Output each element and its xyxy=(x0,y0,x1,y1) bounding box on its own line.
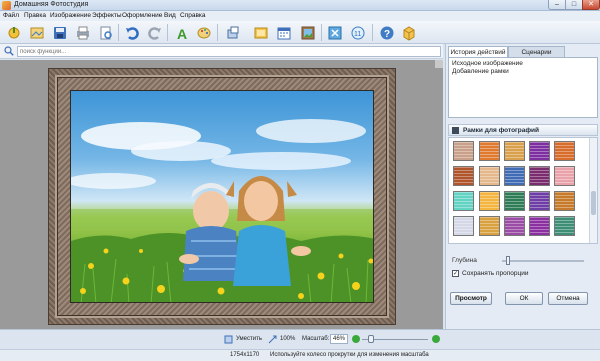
frame-thumbnail[interactable] xyxy=(479,166,500,186)
crop-icon[interactable] xyxy=(27,23,46,42)
print-icon[interactable] xyxy=(73,23,92,42)
palette-icon[interactable] xyxy=(194,23,213,42)
menu-edit[interactable]: Правка xyxy=(24,12,46,19)
window-title: Домашняя Фотостудия xyxy=(14,1,89,8)
search-icon xyxy=(4,46,14,56)
ok-button[interactable]: ОК xyxy=(505,292,543,305)
history-list: Исходное изображение Добавление рамки xyxy=(448,57,598,118)
status-hint: Используйте колесо прокрутки для изменен… xyxy=(270,352,429,358)
cancel-button[interactable]: Отмена xyxy=(548,292,588,305)
keep-proportions-checkbox[interactable]: ✓ xyxy=(452,270,459,277)
frame-thumbnail[interactable] xyxy=(554,216,575,236)
frame-thumbnails xyxy=(448,137,598,244)
actual-size-icon xyxy=(268,335,277,344)
text-icon[interactable]: A xyxy=(172,23,191,42)
menu-file[interactable]: Файл xyxy=(3,12,19,19)
save-icon[interactable] xyxy=(50,23,69,42)
frame-thumbnail[interactable] xyxy=(453,141,474,161)
minimize-button[interactable]: – xyxy=(548,0,566,10)
fit-icon xyxy=(224,335,233,344)
depth-slider-knob[interactable] xyxy=(506,256,510,265)
status-bar: 1754x1170 Используйте колесо прокрутки д… xyxy=(0,349,600,361)
image-icon[interactable] xyxy=(251,23,270,42)
image-canvas[interactable] xyxy=(0,60,443,329)
svg-text:11: 11 xyxy=(354,31,361,38)
keep-proportions-row: ✓ Сохранять пропорции xyxy=(452,270,598,279)
frame-thumbnail[interactable] xyxy=(479,216,500,236)
zoom-100-button[interactable]: 100% xyxy=(280,336,295,342)
history-item[interactable]: Добавление рамки xyxy=(452,68,594,76)
open-icon[interactable] xyxy=(5,23,24,42)
history-item[interactable]: Исходное изображение xyxy=(452,60,594,68)
frame-thumbnail[interactable] xyxy=(529,191,550,211)
help-icon[interactable]: ? xyxy=(377,23,396,42)
canvas-corner xyxy=(435,60,443,68)
box-icon[interactable] xyxy=(399,23,418,42)
scale-label: Масштаб: xyxy=(302,336,330,342)
frame-thumbnail[interactable] xyxy=(479,191,500,211)
frame-thumbnail[interactable] xyxy=(504,141,525,161)
preview-button[interactable]: Просмотр xyxy=(450,292,492,305)
filesize-icon[interactable]: 11 xyxy=(348,23,367,42)
frame-thumbnail[interactable] xyxy=(504,166,525,186)
scrollbar-thumb[interactable] xyxy=(591,191,596,215)
photo-image xyxy=(70,90,374,303)
depth-slider[interactable] xyxy=(502,256,584,265)
frame-thumbnail[interactable] xyxy=(453,216,474,236)
search-input[interactable] xyxy=(17,46,441,57)
frame-thumbnail[interactable] xyxy=(453,166,474,186)
svg-text:A: A xyxy=(177,26,187,41)
depth-control: Глубина xyxy=(452,256,598,266)
frame-thumbnail[interactable] xyxy=(529,216,550,236)
frame-thumbnail[interactable] xyxy=(479,141,500,161)
tab-history[interactable]: История действий xyxy=(448,46,508,57)
tab-scenarios[interactable]: Сценарии xyxy=(508,46,565,57)
photo-frame xyxy=(48,68,396,325)
menu-effects[interactable]: Эффекты xyxy=(92,12,122,19)
panel-tabs: История действий Сценарии xyxy=(448,46,599,57)
menu-decoration[interactable]: Оформление xyxy=(122,12,162,19)
search-bar xyxy=(0,44,443,59)
frame-thumbnail[interactable] xyxy=(554,191,575,211)
title-bar: Домашняя Фотостудия – □ ✕ xyxy=(0,0,600,11)
frame-thumbnail[interactable] xyxy=(529,141,550,161)
scale-value[interactable]: 46% xyxy=(330,334,348,344)
frame-thumbnail[interactable] xyxy=(554,166,575,186)
redo-icon[interactable] xyxy=(145,23,164,42)
svg-text:?: ? xyxy=(384,29,390,40)
frame-icon[interactable] xyxy=(298,23,317,42)
menu-view[interactable]: Вид xyxy=(164,12,176,19)
preview-icon[interactable] xyxy=(96,23,115,42)
frame-thumbnail[interactable] xyxy=(453,191,474,211)
rotate-icon[interactable] xyxy=(223,23,242,42)
frame-thumbnail[interactable] xyxy=(504,216,525,236)
depth-label: Глубина xyxy=(452,257,477,264)
close-button[interactable]: ✕ xyxy=(582,0,600,10)
right-panel: История действий Сценарии Исходное изобр… xyxy=(445,44,600,329)
keep-proportions-label: Сохранять пропорции xyxy=(462,270,529,277)
frames-icon xyxy=(452,127,459,134)
zoom-out-icon[interactable] xyxy=(352,335,360,343)
menu-image[interactable]: Изображение xyxy=(50,12,91,19)
frames-title: Рамки для фотографий xyxy=(463,127,540,134)
calendar-icon[interactable] xyxy=(274,23,293,42)
frame-thumbnail[interactable] xyxy=(504,191,525,211)
image-dimensions: 1754x1170 xyxy=(230,352,260,358)
frames-panel-header: Рамки для фотографий xyxy=(448,124,598,136)
resize-icon[interactable] xyxy=(325,23,344,42)
thumbnails-scrollbar[interactable] xyxy=(589,138,597,243)
menu-bar: Файл Правка Изображение Эффекты Оформлен… xyxy=(0,11,600,21)
maximize-button[interactable]: □ xyxy=(565,0,583,10)
toolbar: A 11 ? xyxy=(0,21,600,44)
frame-thumbnail[interactable] xyxy=(554,141,575,161)
fit-button[interactable]: Уместить xyxy=(236,336,262,342)
zoom-slider-knob[interactable] xyxy=(368,335,374,343)
zoom-in-icon[interactable] xyxy=(432,335,440,343)
undo-icon[interactable] xyxy=(122,23,141,42)
menu-help[interactable]: Справка xyxy=(180,12,206,19)
app-icon xyxy=(2,1,11,10)
frame-thumbnail[interactable] xyxy=(529,166,550,186)
zoom-bar: Уместить 100% Масштаб: 46% xyxy=(0,329,600,349)
